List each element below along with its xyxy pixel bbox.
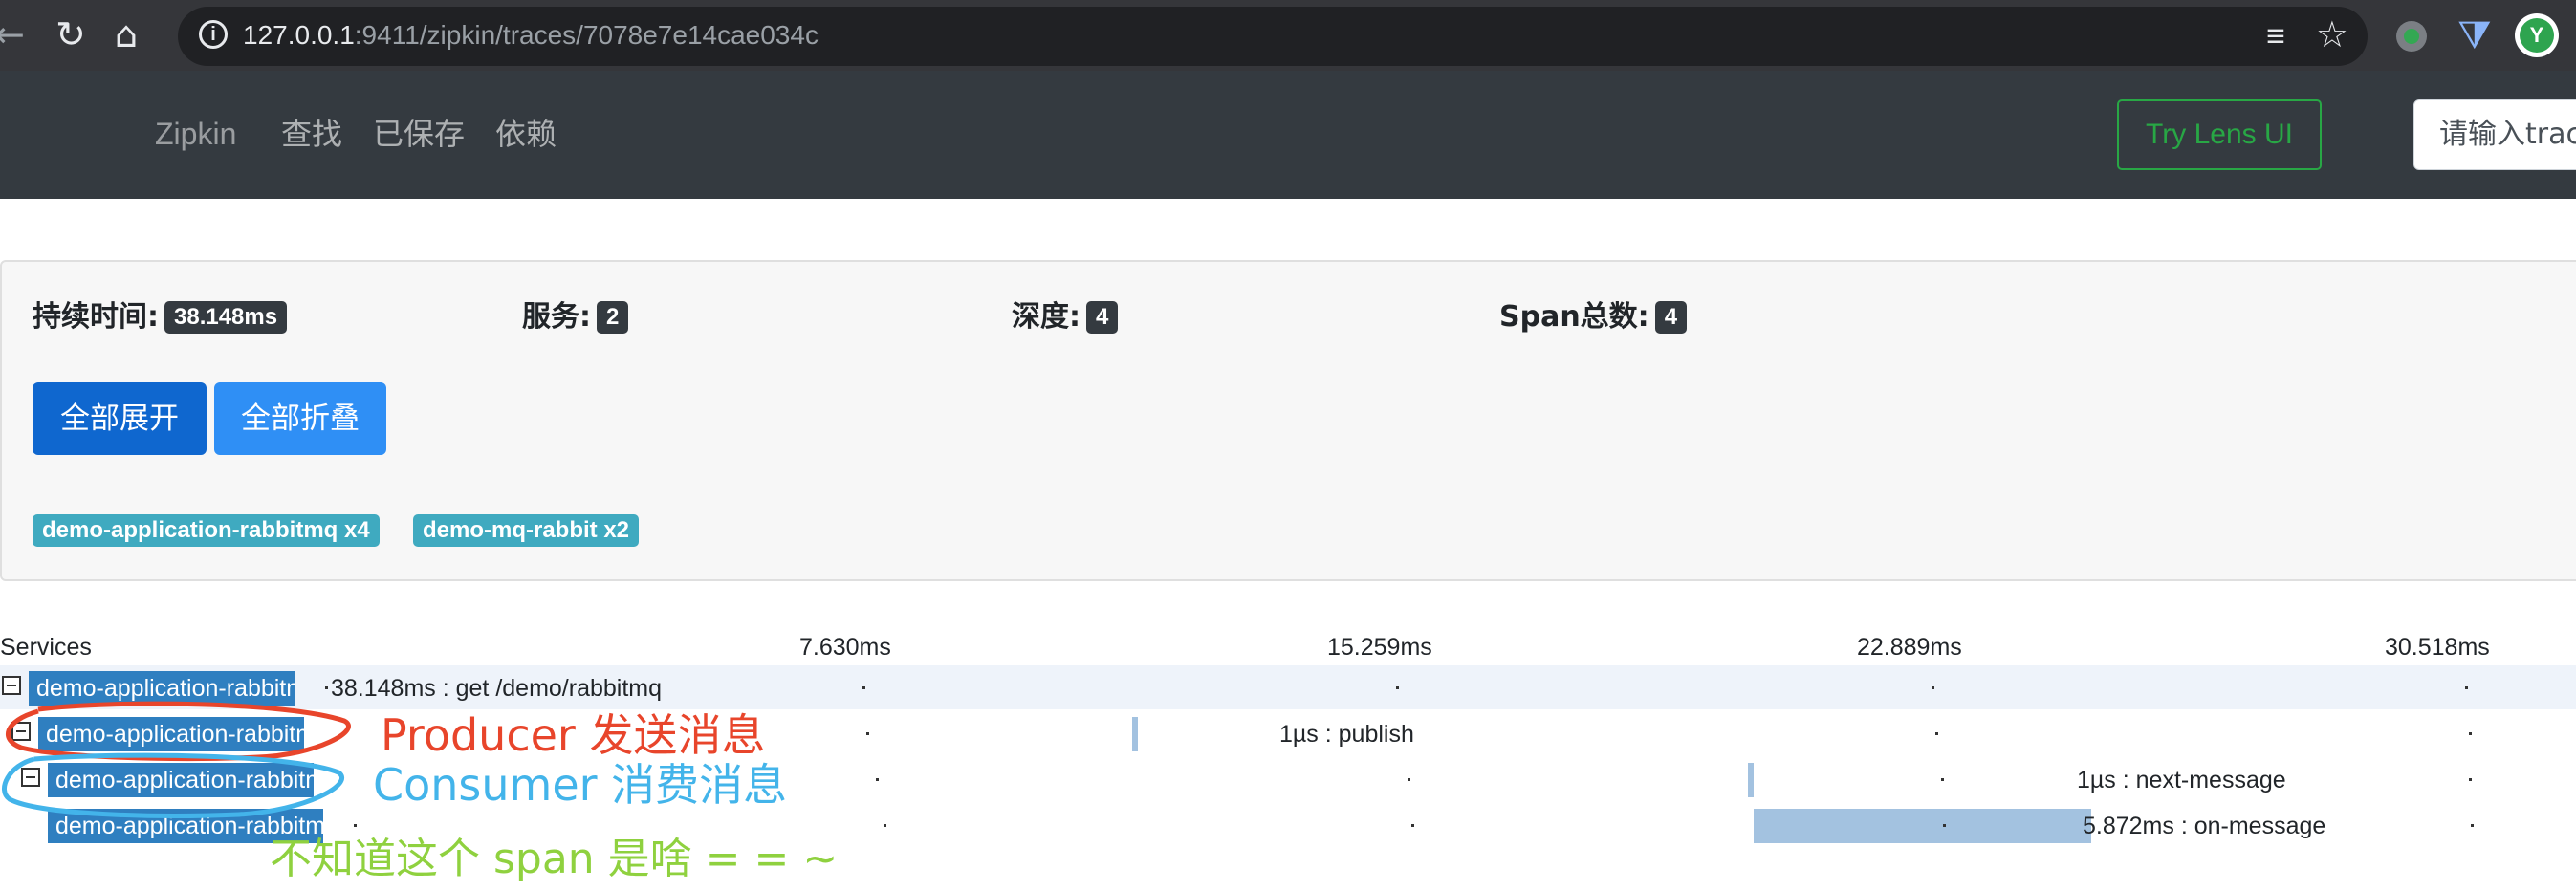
address-bar[interactable]: i 127.0.0.1:9411/zipkin/traces/7078e7e14… bbox=[178, 7, 2368, 66]
collapse-all-button[interactable]: 全部折叠 bbox=[214, 382, 386, 455]
unknown-span-annotation: 不知道这个 span 是啥 = = ~ bbox=[270, 835, 839, 883]
try-lens-ui-button[interactable]: Try Lens UI bbox=[2117, 99, 2322, 170]
timeline-tick-label: 7.630ms bbox=[799, 634, 891, 661]
span-count-badge: 4 bbox=[1654, 301, 1688, 334]
extension-gem-icon[interactable]: ⧩ bbox=[2457, 15, 2492, 55]
reload-icon[interactable]: ↻ bbox=[55, 15, 86, 54]
bookmark-star-icon[interactable]: ☆ bbox=[2316, 16, 2348, 54]
trace-id-input[interactable]: 请输入trace id bbox=[2413, 99, 2576, 170]
brand-link[interactable]: Zipkin bbox=[155, 115, 236, 153]
duration-stat: 持续时间: 38.148ms bbox=[33, 298, 288, 337]
browser-toolbar: ← ↻ ⌂ i 127.0.0.1:9411/zipkin/traces/707… bbox=[0, 0, 2576, 71]
services-stat: 服务: 2 bbox=[522, 298, 629, 337]
span-label: 38.148ms : get /demo/rabbitmq bbox=[331, 675, 663, 702]
timeline-tick-label: 22.889ms bbox=[1857, 634, 1962, 661]
service-filter-badge[interactable]: demo-application-rabbitmq x4 bbox=[33, 514, 380, 547]
url-text: 127.0.0.1:9411/zipkin/traces/7078e7e14ca… bbox=[243, 18, 819, 53]
home-icon[interactable]: ⌂ bbox=[115, 15, 138, 54]
trace-summary-panel: 持续时间: 38.148ms 服务: 2 深度: 4 Span总数: 4 全部展开 全部… bbox=[0, 260, 2576, 581]
info-icon[interactable]: i bbox=[199, 20, 228, 49]
extension-status-icon[interactable] bbox=[2396, 21, 2427, 52]
services-badge: 2 bbox=[597, 301, 629, 334]
service-filter-badge[interactable]: demo-mq-rabbit x2 bbox=[413, 514, 640, 547]
services-column-header: Services bbox=[0, 634, 92, 661]
zipkin-navbar: Zipkin 查找 已保存 依赖 Try Lens UI 请输入trace id bbox=[0, 71, 2576, 199]
span-label: 1µs : publish bbox=[1279, 721, 1414, 748]
span-label: 1µs : next-message bbox=[2077, 767, 2286, 793]
consumer-annotation-ellipse bbox=[2, 752, 344, 818]
expand-all-button[interactable]: 全部展开 bbox=[33, 382, 207, 455]
nav-link-find[interactable]: 查找 bbox=[281, 115, 342, 153]
depth-label: 深度: bbox=[1012, 300, 1081, 334]
url-host: 127.0.0.1 bbox=[243, 20, 355, 50]
span-label: 5.872ms : on-message bbox=[2083, 813, 2326, 839]
producer-annotation: Producer 发送消息 bbox=[381, 709, 766, 761]
reader-mode-icon[interactable]: ≡ bbox=[2266, 20, 2285, 53]
collapse-toggle-icon[interactable] bbox=[2, 676, 21, 695]
span-duration-bar bbox=[1132, 717, 1139, 751]
nav-link-saved[interactable]: 已保存 bbox=[373, 115, 465, 153]
span-duration-bar bbox=[1754, 809, 2091, 843]
depth-badge: 4 bbox=[1086, 301, 1119, 334]
depth-stat: 深度: 4 bbox=[1012, 298, 1119, 337]
services-label: 服务: bbox=[522, 300, 591, 334]
span-count-stat: Span总数: 4 bbox=[1499, 298, 1688, 337]
nav-link-dependencies[interactable]: 依赖 bbox=[495, 115, 557, 153]
timeline-tick-label: 30.518ms bbox=[2385, 634, 2490, 661]
duration-badge: 38.148ms bbox=[164, 301, 288, 334]
url-path: :9411/zipkin/traces/7078e7e14cae034c bbox=[354, 20, 819, 50]
consumer-annotation: Consumer 消费消息 bbox=[373, 759, 788, 811]
duration-label: 持续时间: bbox=[33, 300, 159, 334]
span-row[interactable]: demo-application-rabbitmq 38.148ms : get… bbox=[0, 665, 2576, 709]
extension-avatar-icon[interactable] bbox=[2515, 13, 2559, 57]
span-duration-bar bbox=[1748, 763, 1755, 797]
timeline-tick-label: 15.259ms bbox=[1327, 634, 1432, 661]
back-arrow-icon[interactable]: ← bbox=[0, 15, 25, 54]
span-count-label: Span总数: bbox=[1499, 300, 1649, 334]
